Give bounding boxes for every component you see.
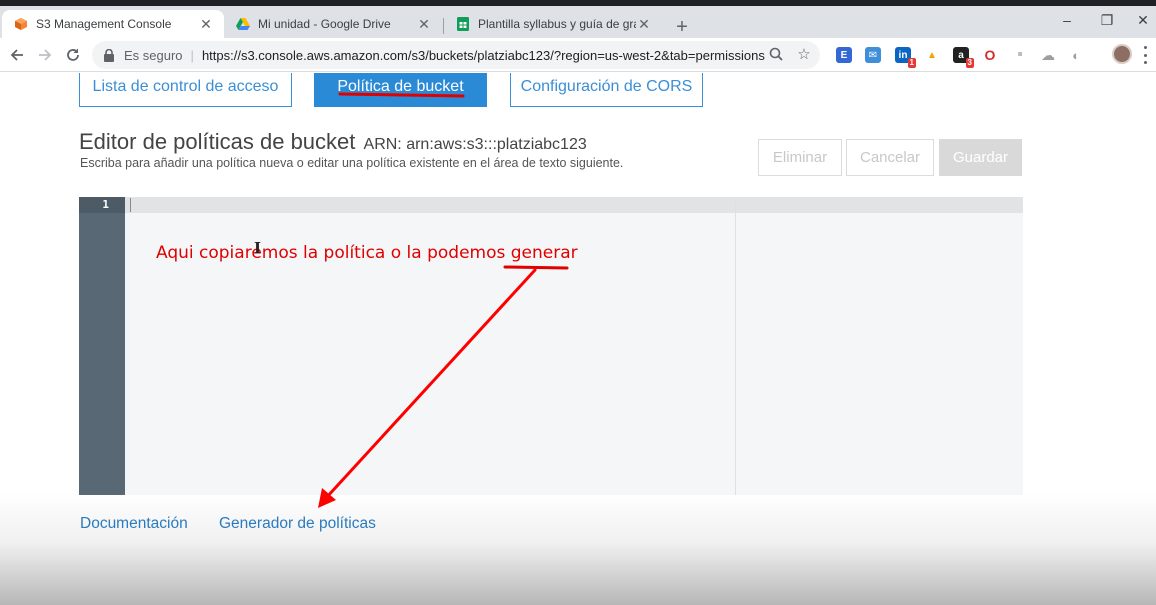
tab-google-drive[interactable]: Mi unidad - Google Drive ✕ <box>224 10 442 38</box>
omnibox-divider: | <box>190 47 194 63</box>
back-arrow-icon[interactable] <box>6 44 28 66</box>
circle-ext-icon[interactable]: ◐ <box>1068 47 1084 63</box>
linkedin-ext-glyph: in <box>898 49 908 61</box>
bookmark-star-icon[interactable]: ☆ <box>794 44 814 64</box>
address-bar[interactable]: Es seguro | https://s3.console.aws.amazo… <box>92 41 820 69</box>
tab-title: Plantilla syllabus y guía de graba <box>478 17 636 31</box>
delete-button[interactable]: Eliminar <box>758 139 842 176</box>
tab-close-icon[interactable]: ✕ <box>416 16 432 32</box>
tab-close-icon[interactable]: ✕ <box>636 16 652 32</box>
grey-square-ext-icon[interactable]: ▪ <box>1012 46 1028 63</box>
zoom-icon[interactable] <box>766 44 786 64</box>
editor-title-text: Editor de políticas de bucket <box>79 129 356 154</box>
url-text[interactable]: https://s3.console.aws.amazon.com/s3/buc… <box>202 48 765 63</box>
e-ext-icon[interactable]: E <box>836 47 852 63</box>
save-button[interactable]: Guardar <box>939 139 1022 176</box>
google-sheets-icon <box>456 17 470 31</box>
amazon-ext-glyph: a <box>958 49 964 61</box>
circle-ext-glyph: ◐ <box>1072 47 1080 63</box>
tab-cors-configuration[interactable]: Configuración de CORS <box>510 73 703 107</box>
aws-cube-icon <box>14 17 28 31</box>
ibeam-cursor-icon: I <box>254 239 262 257</box>
cancel-button[interactable]: Cancelar <box>846 139 934 176</box>
policy-code-editor[interactable]: 1 <box>79 197 1023 495</box>
cloud-ext-icon[interactable]: ☁ <box>1040 47 1056 63</box>
forward-arrow-icon[interactable] <box>34 44 56 66</box>
tab-access-control-list[interactable]: Lista de control de acceso <box>79 73 292 107</box>
linkedin-ext-icon[interactable]: in 1 <box>895 47 916 68</box>
tab-sheets[interactable]: Plantilla syllabus y guía de graba ✕ <box>444 10 662 38</box>
line-number: 1 <box>79 197 125 213</box>
tab-s3-console[interactable]: S3 Management Console ✕ <box>2 10 224 38</box>
screen: S3 Management Console ✕ Mi unidad - Goog… <box>0 0 1156 605</box>
reload-icon[interactable] <box>62 44 84 66</box>
tab-close-icon[interactable]: ✕ <box>198 16 214 32</box>
opera-ext-glyph: O <box>984 47 996 63</box>
tab-title: S3 Management Console <box>36 17 172 31</box>
inbox-ext-icon[interactable]: ✉ <box>865 47 881 63</box>
bucket-arn: ARN: arn:aws:s3:::platziabc123 <box>363 136 587 153</box>
print-margin <box>735 197 736 495</box>
amazon-badge: 3 <box>965 58 974 68</box>
new-tab-button[interactable]: + <box>670 15 694 39</box>
tab-strip: S3 Management Console ✕ Mi unidad - Goog… <box>0 6 1156 38</box>
documentation-link[interactable]: Documentación <box>80 515 188 533</box>
e-ext-glyph: E <box>840 49 848 61</box>
amazon-ext-icon[interactable]: a3 <box>953 47 974 68</box>
text-caret <box>130 198 131 212</box>
lock-icon <box>104 48 116 62</box>
close-window-button[interactable]: ✕ <box>1120 6 1156 34</box>
inbox-ext-glyph: ✉ <box>868 49 878 61</box>
editor-instructions: Escriba para añadir una política nueva o… <box>80 156 624 170</box>
opera-ext-icon[interactable]: O <box>982 47 998 63</box>
triangle-ext-glyph: ▲ <box>927 49 937 61</box>
policy-generator-link[interactable]: Generador de políticas <box>219 515 376 533</box>
profile-avatar[interactable] <box>1112 44 1132 64</box>
triangle-ext-icon[interactable]: ▲ <box>924 47 940 63</box>
handwritten-annotation: Aqui copiaremos la política o la podemos… <box>156 243 578 263</box>
s3-permissions-page: Lista de control de acceso Política de b… <box>0 73 1156 605</box>
browser-toolbar: Es seguro | https://s3.console.aws.amazo… <box>0 38 1156 72</box>
grey-square-ext-glyph: ▪ <box>1017 46 1023 63</box>
editor-gutter <box>79 197 125 495</box>
tab-title: Mi unidad - Google Drive <box>258 17 391 31</box>
tab-bucket-policy[interactable]: Política de bucket <box>314 73 487 107</box>
linkedin-badge: 1 <box>907 58 916 68</box>
active-line-highlight <box>125 197 1023 213</box>
secure-label: Es seguro <box>124 47 183 63</box>
cloud-ext-glyph: ☁ <box>1041 46 1055 63</box>
page-title: Editor de políticas de bucket ARN: arn:a… <box>79 129 587 155</box>
video-bottom-fade <box>0 493 1156 605</box>
google-drive-icon <box>236 17 250 31</box>
browser-menu-icon[interactable] <box>1140 46 1150 64</box>
